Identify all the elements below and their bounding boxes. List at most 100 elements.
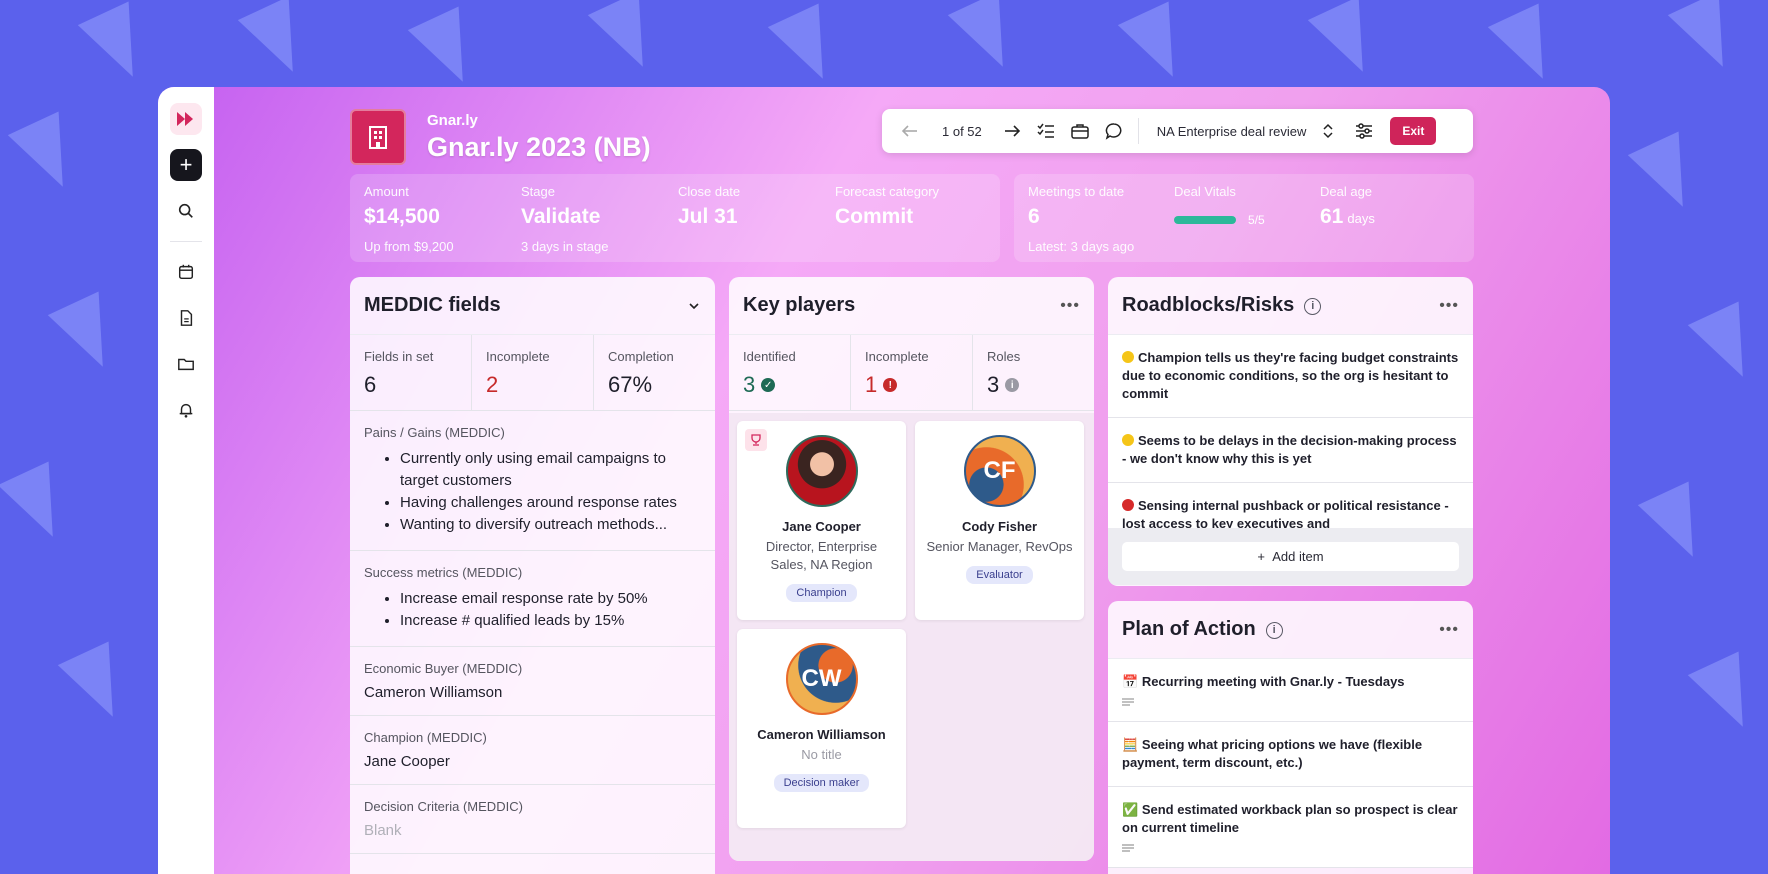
vitals-progress-bar xyxy=(1174,215,1236,224)
plan-item[interactable]: 📅 Recurring meeting with Gnar.ly - Tuesd… xyxy=(1108,659,1473,722)
close-date-label: Close date xyxy=(678,184,741,199)
risk-item[interactable]: Sensing internal pushback or political r… xyxy=(1108,483,1473,528)
stage-stat: Stage Validate 3 days in stage xyxy=(521,184,608,254)
amount-value: $14,500 xyxy=(364,205,440,228)
metric-label: Completion xyxy=(608,349,674,364)
player-card[interactable]: CF Cody Fisher Senior Manager, RevOps Ev… xyxy=(915,421,1084,620)
field-success-metrics[interactable]: Success metrics (MEDDIC) Increase email … xyxy=(350,551,715,647)
forecast-value: Commit xyxy=(835,205,914,228)
metric-label: Roles xyxy=(987,349,1021,364)
role-badge: Evaluator xyxy=(966,566,1033,584)
app-logo[interactable] xyxy=(170,103,202,135)
deal-age-unit: days xyxy=(1347,211,1375,226)
stage-sub: 3 days in stage xyxy=(521,239,609,254)
list-item: Currently only using email campaigns to … xyxy=(400,448,701,492)
vitals-stat: Deal Vitals 5/5 xyxy=(1174,184,1265,229)
yellow-circle-icon xyxy=(1122,434,1134,446)
metric-value: 6 xyxy=(364,372,377,397)
add-item-button[interactable]: + Add item xyxy=(1122,542,1459,571)
field-decision-criteria[interactable]: Decision Criteria (MEDDIC) Blank xyxy=(350,785,715,854)
metric-label: Fields in set xyxy=(364,349,434,364)
description-icon xyxy=(1122,698,1134,706)
next-button[interactable] xyxy=(1002,117,1022,145)
more-options-icon[interactable]: ••• xyxy=(1439,621,1459,639)
risks-header: Roadblocks/Risks i ••• xyxy=(1108,277,1473,335)
info-icon[interactable]: i xyxy=(1265,622,1283,640)
review-selector[interactable]: NA Enterprise deal review xyxy=(1157,124,1307,139)
risk-item[interactable]: Seems to be delays in the decision-makin… xyxy=(1108,418,1473,483)
comment-button[interactable] xyxy=(1104,117,1124,145)
more-options-icon[interactable]: ••• xyxy=(1060,297,1080,315)
amount-stat: Amount $14,500 Up from $9,200 xyxy=(364,184,454,254)
stage-label: Stage xyxy=(521,184,555,199)
bell-icon[interactable] xyxy=(170,394,202,426)
risk-item[interactable]: Champion tells us they're facing budget … xyxy=(1108,335,1473,418)
metric-label: Identified xyxy=(743,349,796,364)
risks-panel: Roadblocks/Risks i ••• Champion tells us … xyxy=(1108,277,1473,586)
key-players-title: Key players xyxy=(743,294,856,316)
stage-value: Validate xyxy=(521,205,601,228)
review-selector-chevron[interactable] xyxy=(1318,117,1338,145)
metric-value: 2 xyxy=(486,372,499,397)
meddic-metrics: Fields in set 6 Incomplete 2 Completion … xyxy=(350,335,715,411)
field-label: Pains / Gains (MEDDIC) xyxy=(364,425,505,440)
metric-completion: Completion 67% xyxy=(594,335,715,410)
deal-age-value: 61 xyxy=(1320,205,1344,228)
previous-button[interactable] xyxy=(900,117,920,145)
player-card[interactable]: CW Cameron Williamson No title Decision … xyxy=(737,629,906,828)
checklist-button[interactable] xyxy=(1036,117,1056,145)
meetings-label: Meetings to date xyxy=(1028,184,1125,199)
deal-age-label: Deal age xyxy=(1320,184,1373,199)
player-title: Director, Enterprise Sales, NA Region xyxy=(765,539,878,572)
plan-text: Recurring meeting with Gnar.ly - Tuesday… xyxy=(1141,674,1405,689)
avatar: CW xyxy=(785,643,858,715)
info-icon[interactable]: i xyxy=(1304,298,1322,316)
chevron-down-icon[interactable] xyxy=(687,299,701,313)
more-options-icon[interactable]: ••• xyxy=(1439,297,1459,315)
exit-button[interactable]: Exit xyxy=(1390,117,1437,145)
folder-icon[interactable] xyxy=(170,348,202,380)
meddic-title: MEDDIC fields xyxy=(364,294,501,316)
forecast-label: Forecast category xyxy=(835,184,940,199)
field-economic-buyer[interactable]: Economic Buyer (MEDDIC) Cameron Williams… xyxy=(350,647,715,716)
close-date-stat: Close date Jul 31 xyxy=(678,184,740,229)
meetings-stat: Meetings to date 6 Latest: 3 days ago xyxy=(1028,184,1134,254)
search-icon[interactable] xyxy=(170,195,202,227)
info-circle-icon: i xyxy=(1005,378,1020,392)
risk-text: Seems to be delays in the decision-makin… xyxy=(1122,433,1457,466)
document-icon[interactable] xyxy=(170,302,202,334)
plan-header: Plan of Action i ••• xyxy=(1108,601,1473,659)
add-button[interactable]: + xyxy=(170,149,202,181)
red-circle-icon xyxy=(1122,499,1134,511)
checklist-icon xyxy=(1037,123,1054,138)
comment-icon xyxy=(1105,123,1122,140)
list-item: Increase email response rate by 50% xyxy=(400,588,701,610)
field-value: Jane Cooper xyxy=(364,753,450,770)
plan-item[interactable]: ✅ Send estimated workback plan so prospe… xyxy=(1108,787,1473,868)
review-toolbar: 1 of 52 NA Enterprise deal review Exit xyxy=(882,109,1473,153)
close-date-value: Jul 31 xyxy=(678,205,738,228)
field-pains[interactable]: Pains / Gains (MEDDIC) Currently only us… xyxy=(350,411,715,551)
field-label: Success metrics (MEDDIC) xyxy=(364,565,523,580)
company-logo xyxy=(350,109,406,165)
field-champion[interactable]: Champion (MEDDIC) Jane Cooper xyxy=(350,716,715,785)
risk-text: Sensing internal pushback or political r… xyxy=(1122,498,1449,528)
risks-title: Roadblocks/Risks xyxy=(1122,294,1295,316)
key-players-header: Key players ••• xyxy=(729,277,1094,335)
arrow-left-icon xyxy=(901,125,917,137)
player-title: Senior Manager, RevOps xyxy=(926,539,1073,554)
logo-icon xyxy=(177,112,193,126)
plan-item[interactable]: 🧮 Seeing what pricing options we have (f… xyxy=(1108,722,1473,787)
settings-button[interactable] xyxy=(1354,117,1374,145)
forecast-stat: Forecast category Commit xyxy=(835,184,939,229)
yellow-circle-icon xyxy=(1122,351,1134,363)
player-card[interactable]: Jane Cooper Director, Enterprise Sales, … xyxy=(737,421,906,620)
briefcase-button[interactable] xyxy=(1070,117,1090,145)
plan-title: Plan of Action xyxy=(1122,618,1256,640)
arrow-right-icon xyxy=(1004,125,1020,137)
company-name: Gnar.ly xyxy=(427,112,478,129)
sliders-icon xyxy=(1356,123,1373,139)
plus-icon: + xyxy=(1257,549,1269,564)
player-name: Cody Fisher xyxy=(961,519,1038,534)
calendar-icon[interactable] xyxy=(170,256,202,288)
